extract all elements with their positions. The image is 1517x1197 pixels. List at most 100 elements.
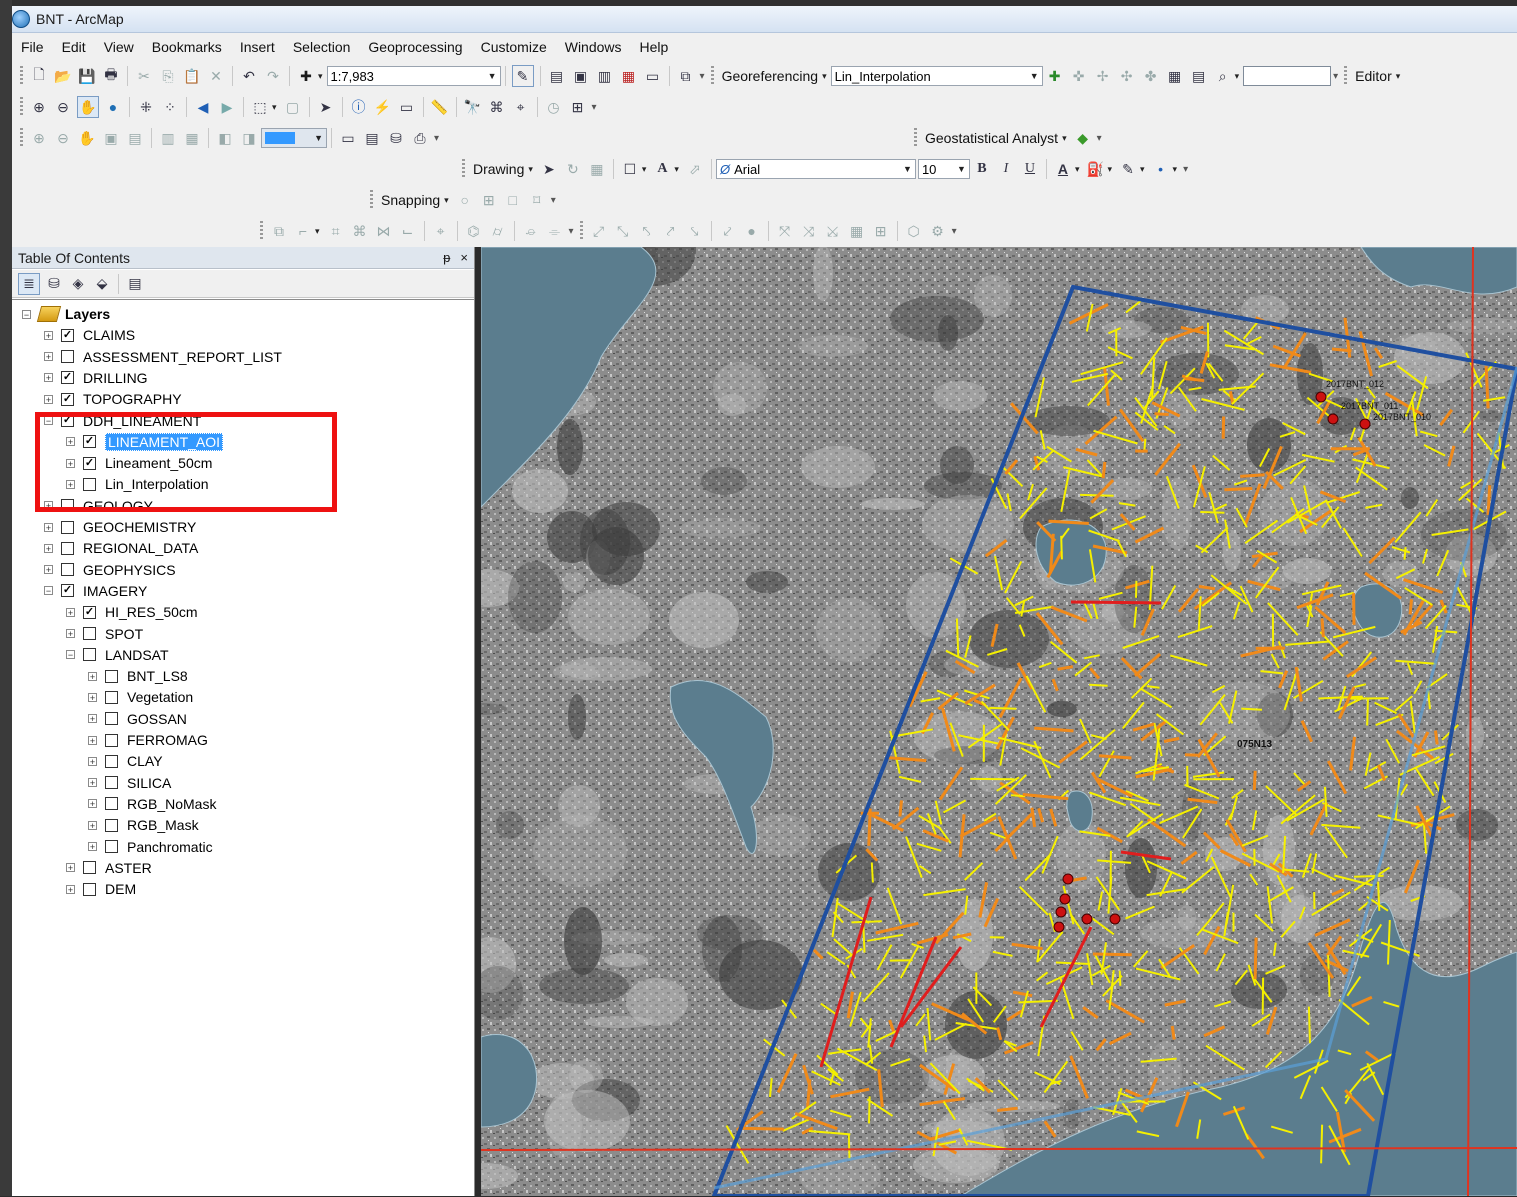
toc-layer-row[interactable]: +✓TOPOGRAPHY [44,389,182,409]
layer-name[interactable]: HI_RES_50cm [105,604,198,620]
copy-features-icon[interactable]: ⧉ [269,221,289,241]
print-icon[interactable]: 🖶 [101,66,121,86]
settings-gear-icon[interactable]: ⚙ [928,221,948,241]
expand-icon[interactable]: + [44,523,53,532]
rotate-element-icon[interactable]: ↻ [563,159,583,179]
save-icon[interactable]: 💾 [77,66,97,86]
text-dropdown-icon[interactable]: ▾ [674,164,679,175]
modelbuilder-icon[interactable]: ⧉ [676,66,696,86]
toolbar-overflow-icon[interactable]: ▾ [434,133,439,144]
toc-layer-row[interactable]: −Layers [22,304,110,324]
collapse-icon[interactable]: − [66,650,75,659]
list-by-source-icon[interactable]: ⛁ [44,274,64,294]
snapping-menu[interactable]: Snapping [381,192,440,208]
layer-visibility-checkbox[interactable] [61,350,74,363]
toc-layer-row[interactable]: +✓DRILLING [44,368,148,388]
layer-name[interactable]: Panchromatic [127,839,213,855]
layer-name[interactable]: SPOT [105,626,143,642]
layer-name[interactable]: FERROMAG [127,732,208,748]
find-binoculars-icon[interactable]: 🔭 [463,97,483,117]
new-anchor-icon[interactable]: ⤥ [685,221,705,241]
list-by-drawing-order-icon[interactable]: ≣ [18,273,40,295]
delete-icon[interactable]: ✕ [206,66,226,86]
select-elements-arrow-icon[interactable]: ➤ [316,97,336,117]
layer-name[interactable]: Layers [65,306,110,322]
toolbar-handle[interactable] [462,159,465,179]
layer-name[interactable]: RGB_Mask [127,817,199,833]
go-to-xy-icon[interactable]: ⌖ [511,97,531,117]
forward-arrow-icon[interactable]: ▶ [217,97,237,117]
html-popup-icon[interactable]: ▭ [397,97,417,117]
drawing-dropdown-icon[interactable]: ▾ [528,164,533,175]
new-document-icon[interactable]: 🗋 [29,66,49,86]
expand-icon[interactable]: + [44,395,53,404]
vertex-snapping-icon[interactable]: □ [503,190,523,210]
list-by-visibility-icon[interactable]: ◈ [68,274,88,294]
layer-visibility-checkbox[interactable] [105,840,118,853]
layer-name[interactable]: BNT_LS8 [127,668,188,684]
layer-visibility-checkbox[interactable] [105,734,118,747]
layer-name[interactable]: TOPOGRAPHY [83,391,182,407]
catalog-window-icon[interactable]: ▣ [571,66,591,86]
edge-match-icon[interactable]: ⊞ [871,221,891,241]
layer-visibility-checkbox[interactable]: ✓ [83,606,96,619]
toolbar-overflow-icon[interactable]: ▾ [551,195,556,206]
collapse-icon[interactable]: − [44,586,53,595]
pin-icon[interactable]: ᵽ [443,250,450,265]
zoom-in-icon[interactable]: ⊕ [29,97,49,117]
preview-icon[interactable]: ⤨ [799,221,819,241]
fill-color-dropdown-icon[interactable]: ▾ [1107,164,1112,175]
previous-extent-icon[interactable]: ◧ [215,128,235,148]
expand-icon[interactable]: + [44,544,53,553]
layer-visibility-checkbox[interactable] [105,670,118,683]
fixed-zoom-out-icon[interactable]: ⁘ [160,97,180,117]
font-name-combo[interactable]: ØArial ▼ [716,159,916,179]
zoom-to-layer-icon[interactable]: ⌕ [1213,66,1233,86]
layer-visibility-checkbox[interactable] [105,712,118,725]
italic-button[interactable]: I [996,159,1016,179]
pan-hand-icon[interactable]: ✋ [77,96,99,118]
toolbar-handle[interactable] [711,66,714,86]
map-canvas[interactable]: 2017BNT_012 2017BNT_011 2017BNT_010 075N… [481,247,1517,1196]
menu-file[interactable]: File [12,39,53,55]
expand-icon[interactable]: + [88,672,97,681]
end-snapping-icon[interactable]: ⊞ [479,190,499,210]
layer-visibility-checkbox[interactable] [105,776,118,789]
layer-name[interactable]: RGB_NoMask [127,796,216,812]
construct-features-icon[interactable]: ⌭ [488,221,508,241]
toc-layer-row[interactable]: +RGB_NoMask [88,794,216,814]
layout-zoom-out-icon[interactable]: ⊖ [53,128,73,148]
rectify-icon[interactable]: ▤ [1189,66,1209,86]
select-dropdown-icon[interactable]: ▾ [272,102,277,113]
fillet-icon[interactable]: ⌐ [293,221,313,241]
layer-visibility-checkbox[interactable] [105,819,118,832]
line-color-pen-icon[interactable]: ✎ [1118,159,1138,179]
search-window-icon[interactable]: ▥ [595,66,615,86]
open-folder-icon[interactable]: 📂 [53,66,73,86]
toolbar-overflow-icon[interactable]: ▾ [952,226,957,237]
expand-icon[interactable]: + [44,331,53,340]
fixed-zoom-in-page-icon[interactable]: ▥ [158,128,178,148]
paste-icon[interactable]: 📋 [182,66,202,86]
dropdown-icon[interactable]: ▾ [1235,71,1240,82]
layer-visibility-checkbox[interactable] [105,797,118,810]
toolbar-handle[interactable] [20,128,23,148]
underline-button[interactable]: U [1020,159,1040,179]
toc-layer-row[interactable]: +SILICA [88,773,171,793]
time-slider-icon[interactable]: ◷ [544,97,564,117]
options-icon[interactable]: ▤ [125,274,145,294]
expand-icon[interactable]: + [44,373,53,382]
toggle-draft-mode-icon[interactable]: ▭ [338,128,358,148]
font-color-button[interactable]: A [1053,159,1073,179]
layer-visibility-checkbox[interactable] [61,542,74,555]
toolbar-handle[interactable] [370,190,373,210]
editor-menu[interactable]: Editor [1355,68,1392,84]
redo-icon[interactable]: ↷ [263,66,283,86]
line-intersection-icon[interactable]: ⋈ [374,221,394,241]
list-by-selection-icon[interactable]: ⬙ [92,274,112,294]
add-control-points-icon[interactable]: ✚ [1045,66,1065,86]
align-to-shape-icon[interactable]: ⌮ [521,221,541,241]
toolbar-overflow-icon[interactable]: ▾ [1097,133,1102,144]
georeferencing-dropdown-icon[interactable]: ▾ [822,71,827,82]
expand-icon[interactable]: + [44,565,53,574]
